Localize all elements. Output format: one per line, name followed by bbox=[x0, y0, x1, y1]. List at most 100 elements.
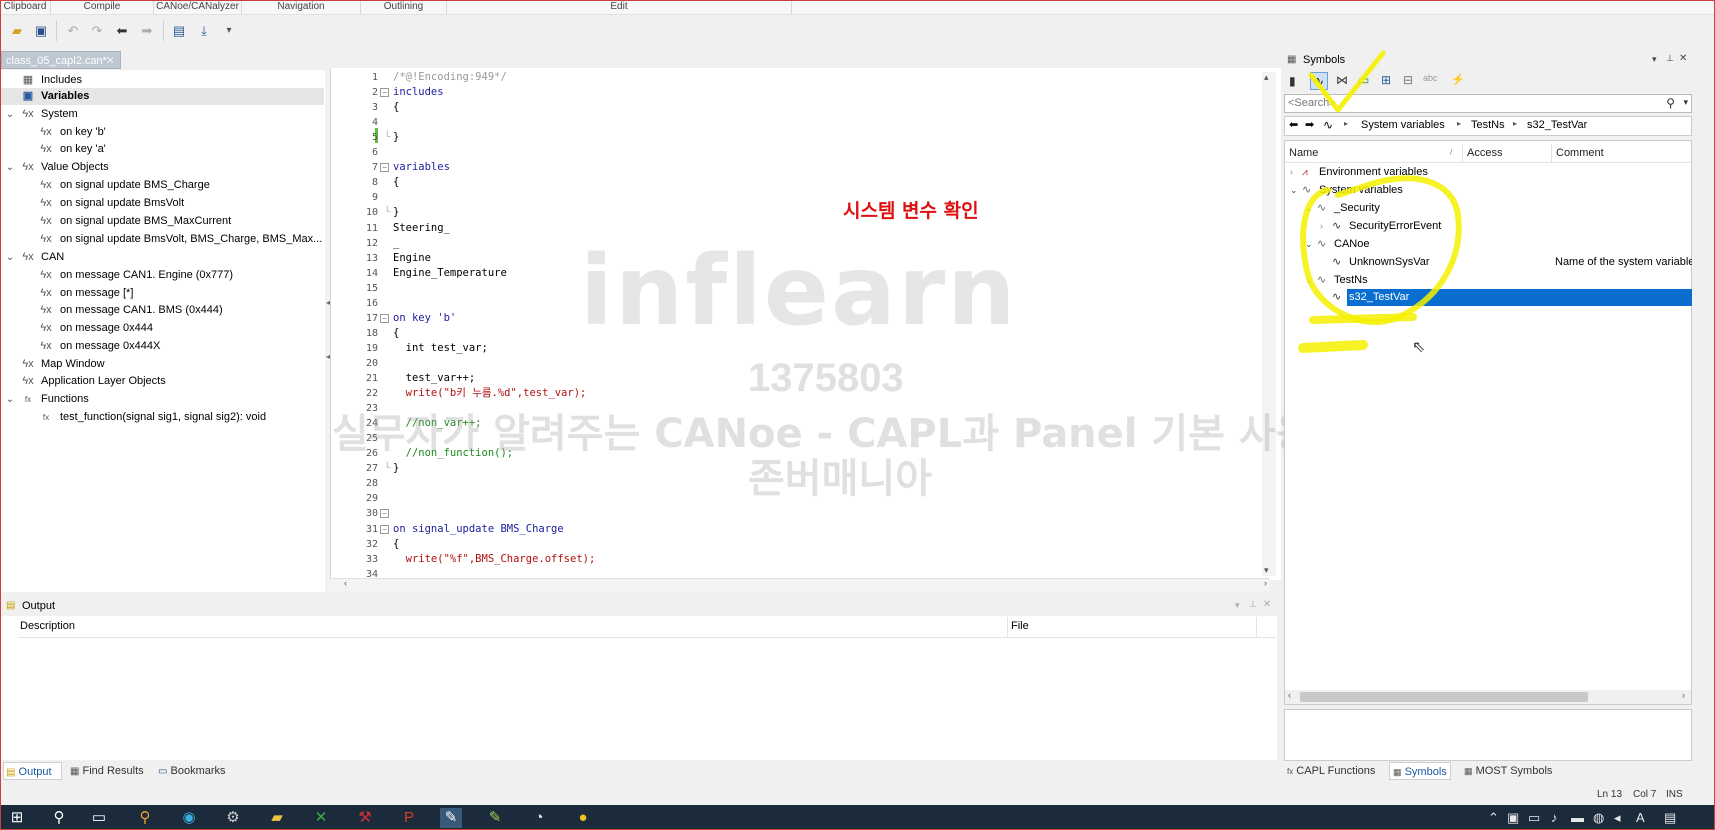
tray-icon[interactable]: ▭ bbox=[1528, 810, 1540, 826]
close-icon[interactable]: ✕ bbox=[1679, 53, 1687, 64]
binoculars-icon[interactable]: ⚲ bbox=[1666, 96, 1675, 110]
pin-icon[interactable]: ⊥ bbox=[1666, 53, 1674, 64]
column-comment[interactable]: Comment bbox=[1556, 144, 1604, 162]
close-icon[interactable]: ✕ bbox=[1263, 599, 1271, 610]
code-line[interactable]: test_var++; bbox=[393, 371, 476, 386]
tab-most-symbols[interactable]: ▦ MOST Symbols bbox=[1464, 762, 1552, 780]
customize-toolbar-icon[interactable]: ▾ bbox=[220, 22, 238, 40]
scroll-down-icon[interactable]: ▾ bbox=[1264, 565, 1269, 576]
editor-horizontal-scrollbar[interactable] bbox=[330, 578, 1270, 591]
notifications-icon[interactable]: ▤ bbox=[1664, 810, 1676, 826]
tab-bookmarks[interactable]: ▭ Bookmarks bbox=[156, 762, 226, 780]
tree-item-function[interactable]: fx test_function(signal sig1, signal sig… bbox=[0, 409, 320, 426]
ribbon-group-edit[interactable]: Edit bbox=[447, 0, 792, 14]
fold-toggle-icon[interactable]: − bbox=[380, 509, 389, 518]
ribbon-group-compile[interactable]: Compile bbox=[51, 0, 154, 14]
column-file[interactable]: File bbox=[1011, 620, 1029, 632]
chevron-down-icon[interactable]: ⌄ bbox=[5, 249, 15, 266]
ribbon-group-navigation[interactable]: Navigation bbox=[242, 0, 361, 14]
windows-start-icon[interactable]: ⊞ bbox=[6, 808, 28, 828]
scroll-left-icon[interactable]: ‹ bbox=[344, 578, 347, 588]
tree-item-on-key-b[interactable]: ϟx on key 'b' bbox=[0, 124, 320, 141]
scroll-left-icon[interactable]: ‹ bbox=[1288, 690, 1291, 700]
volume-icon[interactable]: ◂ bbox=[1614, 810, 1621, 826]
dropdown-chevron-icon[interactable]: ▾ bbox=[1652, 54, 1657, 65]
tab-capl-functions[interactable]: fx CAPL Functions bbox=[1287, 762, 1375, 780]
code-line[interactable]: write("%f",BMS_Charge.offset); bbox=[393, 552, 596, 567]
ribbon-group-canoe[interactable]: CANoe/CANalyzer bbox=[154, 0, 242, 14]
open-database-icon[interactable]: ▤ bbox=[170, 22, 188, 40]
tree-item-includes[interactable]: ▦ Includes bbox=[0, 72, 320, 89]
code-line[interactable]: variables bbox=[393, 160, 450, 175]
tree-item-signal-update[interactable]: ϟx on signal update BmsVolt bbox=[0, 195, 320, 212]
code-line[interactable]: on key 'b' bbox=[393, 311, 456, 326]
tree-item-on-message[interactable]: ϟx on message 0x444X bbox=[0, 338, 320, 355]
tree-item-variables[interactable]: ▣ Variables bbox=[0, 88, 320, 105]
settings-gear-icon[interactable]: ⚙ bbox=[222, 808, 244, 828]
download-icon[interactable]: ⤓ bbox=[195, 22, 213, 40]
code-line[interactable]: } bbox=[393, 205, 399, 220]
tree-item-on-message[interactable]: ϟx on message 0x444 bbox=[0, 320, 320, 337]
code-line[interactable]: { bbox=[393, 175, 399, 190]
tree-group-map-window[interactable]: ϟx Map Window bbox=[0, 356, 320, 373]
code-line[interactable]: } bbox=[393, 130, 399, 145]
save-icon[interactable]: ▣ bbox=[32, 22, 50, 40]
ribbon-group-outlining[interactable]: Outlining bbox=[361, 0, 447, 14]
tree-group-can[interactable]: ⌄ ϟx CAN bbox=[0, 249, 320, 266]
open-folder-icon[interactable]: ▰ bbox=[8, 22, 26, 40]
tab-find-results[interactable]: ▦ Find Results bbox=[68, 762, 144, 780]
close-tab-icon[interactable]: ✕ bbox=[106, 52, 115, 70]
clock-app-icon[interactable]: ◔ bbox=[528, 808, 550, 828]
tray-icon[interactable]: ▣ bbox=[1507, 810, 1519, 826]
pin-icon[interactable]: ⊥ bbox=[1249, 599, 1257, 610]
tree-item-on-message[interactable]: ϟx on message CAN1. BMS (0x444) bbox=[0, 302, 320, 319]
task-view-icon[interactable]: ▭ bbox=[88, 808, 110, 828]
redo-icon[interactable]: ↷ bbox=[88, 22, 106, 40]
code-line[interactable]: _ bbox=[393, 236, 399, 251]
tree-item-on-key-a[interactable]: ϟx on key 'a' bbox=[0, 141, 320, 158]
code-line[interactable]: on signal_update BMS_Charge bbox=[393, 522, 564, 537]
tab-symbols[interactable]: ▦ Symbols bbox=[1389, 762, 1451, 780]
fold-toggle-icon[interactable]: − bbox=[380, 525, 389, 534]
code-line[interactable]: { bbox=[393, 326, 399, 341]
tray-chevron-icon[interactable]: ⌃ bbox=[1488, 810, 1499, 826]
document-tab[interactable]: class_05_capl2.can* ✕ bbox=[1, 51, 121, 69]
file-explorer-icon[interactable]: ▰ bbox=[266, 808, 288, 828]
code-line[interactable]: { bbox=[393, 537, 399, 552]
dropdown-chevron-icon[interactable]: ▾ bbox=[1235, 600, 1240, 611]
tree-group-system[interactable]: ⌄ ϟx System bbox=[0, 106, 320, 123]
tree-group-application-layer[interactable]: ϟx Application Layer Objects bbox=[0, 373, 320, 390]
network-globe-icon[interactable]: ◍ bbox=[1593, 810, 1604, 826]
tree-item-on-message[interactable]: ϟx on message [*] bbox=[0, 285, 320, 302]
editor-vertical-scrollbar[interactable]: ▴ ▾ bbox=[1262, 72, 1276, 576]
chevron-down-icon[interactable]: ⌄ bbox=[5, 159, 15, 176]
battery-icon[interactable]: ▬ bbox=[1571, 810, 1584, 825]
tree-item-on-message[interactable]: ϟx on message CAN1. Engine (0x777) bbox=[0, 267, 320, 284]
chevron-down-icon[interactable]: ⌄ bbox=[5, 106, 15, 123]
code-line[interactable]: } bbox=[393, 461, 399, 476]
microphone-icon[interactable]: ♪ bbox=[1551, 810, 1558, 825]
edge-browser-icon[interactable]: ◉ bbox=[178, 808, 200, 828]
undo-icon[interactable]: ↶ bbox=[64, 22, 82, 40]
ribbon-group-clipboard[interactable]: Clipboard bbox=[0, 0, 51, 14]
search-app-icon[interactable]: ⚲ bbox=[134, 808, 156, 828]
tree-group-functions[interactable]: ⌄ fx Functions bbox=[0, 391, 320, 408]
code-line[interactable]: Engine bbox=[393, 251, 431, 266]
canoe-active-icon[interactable]: ✎ bbox=[440, 808, 462, 828]
navigate-back-icon[interactable]: ⬅ bbox=[113, 22, 131, 40]
code-line[interactable]: /*@!Encoding:949*/ bbox=[393, 70, 507, 85]
fold-toggle-icon[interactable]: − bbox=[380, 163, 389, 172]
column-description[interactable]: Description bbox=[20, 620, 75, 632]
notepad-icon[interactable]: ✎ bbox=[484, 808, 506, 828]
scroll-up-icon[interactable]: ▴ bbox=[1264, 72, 1269, 83]
code-line[interactable]: Steering_ bbox=[393, 221, 450, 236]
tree-item-signal-update[interactable]: ϟx on signal update BMS_Charge bbox=[0, 177, 320, 194]
tree-item-signal-update[interactable]: ϟx on signal update BmsVolt, BMS_Charge,… bbox=[0, 231, 322, 248]
tab-output[interactable]: ▤ Output bbox=[3, 762, 62, 780]
code-line[interactable]: { bbox=[393, 100, 399, 115]
tree-group-value-objects[interactable]: ⌄ ϟx Value Objects bbox=[0, 159, 320, 176]
search-icon[interactable]: ⚲ bbox=[48, 808, 70, 828]
scroll-right-icon[interactable]: › bbox=[1264, 578, 1267, 588]
input-method-icon[interactable]: A bbox=[1636, 810, 1645, 825]
chevron-down-icon[interactable]: ⌄ bbox=[5, 391, 15, 408]
